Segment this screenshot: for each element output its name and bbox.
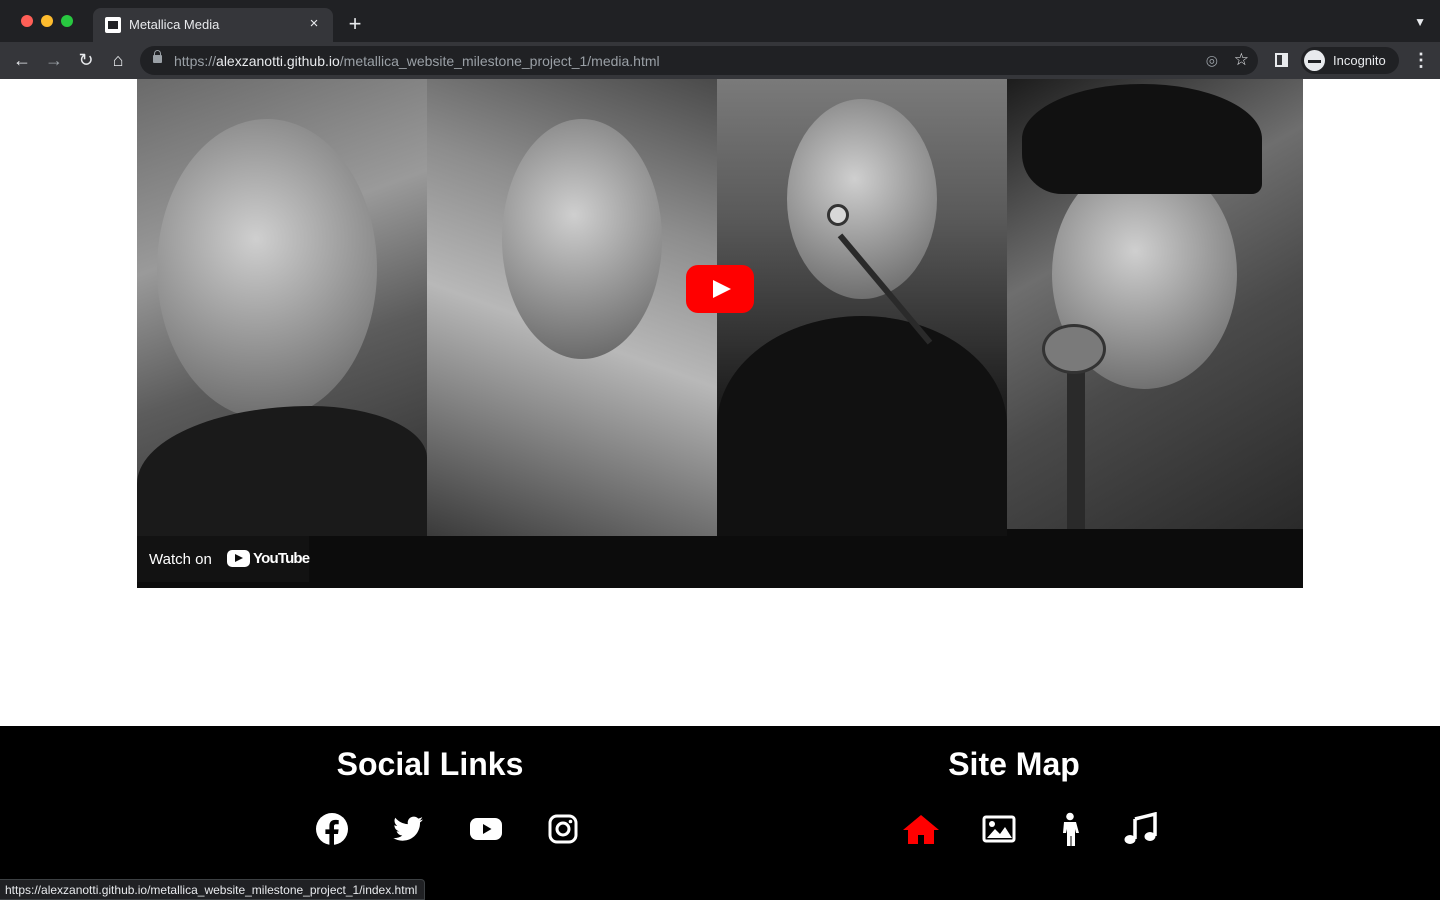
tab-search-chevron-icon[interactable]: ▼: [1414, 15, 1426, 29]
youtube-icon[interactable]: [469, 812, 503, 846]
music-note-icon[interactable]: [1123, 812, 1157, 846]
url-host: alexzanotti.github.io: [216, 53, 340, 69]
portrait-shirt: [137, 406, 427, 536]
microphone: [1042, 324, 1106, 374]
side-panel-icon[interactable]: [1275, 53, 1288, 67]
forward-arrow-icon[interactable]: →: [41, 47, 67, 73]
portrait-face: [502, 119, 662, 359]
tab-close-icon[interactable]: ×: [305, 15, 323, 33]
video-thumbnail-panel-2: [427, 79, 717, 536]
facebook-icon[interactable]: [315, 812, 349, 846]
video-thumbnail-panel-3: [717, 79, 1007, 536]
site-footer: Social Links Site Map: [0, 726, 1440, 900]
lock-icon[interactable]: [153, 50, 162, 63]
new-tab-button[interactable]: +: [345, 13, 365, 35]
portrait-shirt: [717, 316, 1007, 536]
incognito-label: Incognito: [1333, 53, 1386, 68]
image-icon[interactable]: [982, 812, 1016, 846]
back-arrow-icon[interactable]: ←: [9, 47, 35, 73]
site-map-heading: Site Map: [948, 746, 1080, 782]
browser-chrome: Metallica Media × + ▼ ← → ↻ ⌂ https://al…: [0, 0, 1440, 79]
url-text[interactable]: https://alexzanotti.github.io/metallica_…: [174, 53, 660, 69]
reload-icon[interactable]: ↻: [73, 47, 99, 73]
mic-stand: [1067, 369, 1085, 529]
youtube-play-button[interactable]: [686, 265, 754, 313]
incognito-icon: [1304, 50, 1325, 71]
url-path: /metallica_website_milestone_project_1/m…: [339, 53, 660, 69]
favicon-icon: [105, 17, 121, 33]
address-bar[interactable]: https://alexzanotti.github.io/metallica_…: [140, 46, 1258, 75]
person-icon[interactable]: [1053, 812, 1087, 846]
menu-kebab-icon[interactable]: ⋮: [1412, 50, 1430, 71]
home-icon[interactable]: [902, 812, 940, 846]
instagram-icon[interactable]: [546, 812, 580, 846]
portrait-face: [157, 119, 377, 419]
eye-slash-icon[interactable]: ◎: [1206, 52, 1218, 69]
youtube-wordmark: YouTube: [253, 550, 310, 567]
tab-title: Metallica Media: [129, 17, 220, 32]
bookmark-star-icon[interactable]: ☆: [1234, 50, 1249, 70]
home-button-icon[interactable]: ⌂: [105, 47, 131, 73]
twitter-icon[interactable]: [391, 812, 425, 846]
watch-on-label: Watch on: [149, 551, 212, 568]
status-bar-hover-url: https://alexzanotti.github.io/metallica_…: [0, 879, 426, 900]
url-scheme: https://: [174, 53, 217, 69]
tab-metallica-media[interactable]: Metallica Media ×: [93, 8, 333, 42]
tab-strip: Metallica Media × + ▼: [0, 0, 1440, 42]
social-links-heading: Social Links: [336, 746, 524, 782]
video-thumbnail-panel-4: [1007, 79, 1303, 529]
youtube-logo-icon: [227, 550, 250, 567]
youtube-video-embed[interactable]: Watch on YouTube: [137, 79, 1303, 588]
minimize-window-button[interactable]: [41, 15, 53, 27]
close-window-button[interactable]: [21, 15, 33, 27]
portrait-face: [787, 99, 937, 299]
browser-toolbar: ← → ↻ ⌂ https://alexzanotti.github.io/me…: [0, 42, 1440, 79]
portrait-cap: [1022, 84, 1262, 194]
video-thumbnail-panel-1: [137, 79, 427, 536]
microphone: [827, 204, 849, 226]
watch-on-youtube-link[interactable]: Watch on YouTube: [137, 536, 310, 582]
incognito-profile-button[interactable]: Incognito: [1301, 47, 1399, 74]
maximize-window-button[interactable]: [61, 15, 73, 27]
